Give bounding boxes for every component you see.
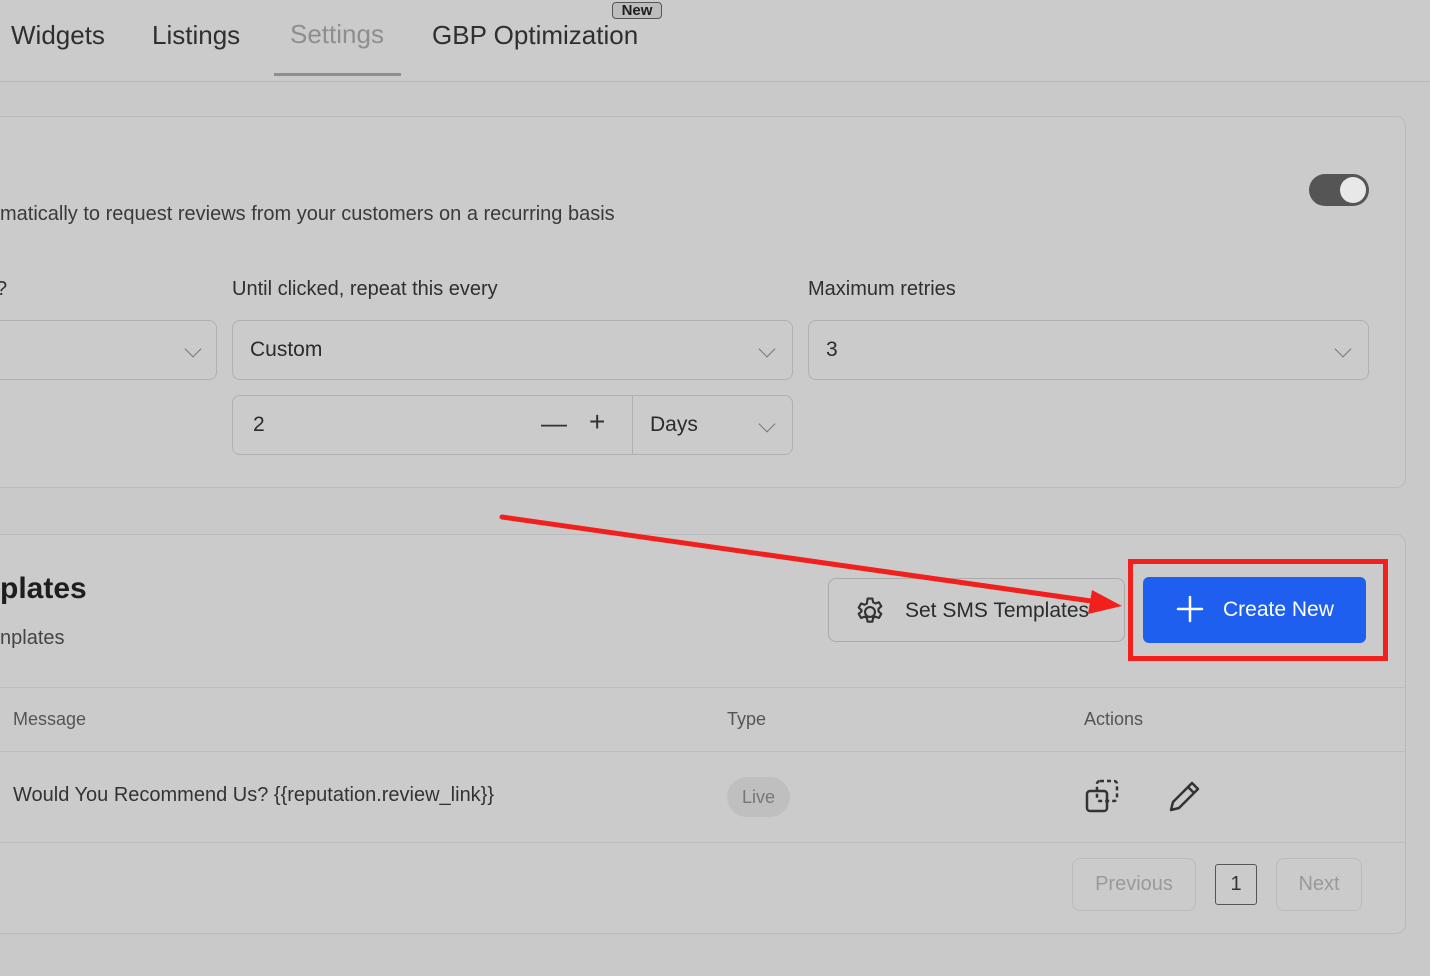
duplicate-icon[interactable] (1083, 776, 1123, 816)
edit-pencil-icon[interactable] (1165, 776, 1205, 816)
template-message: Would You Recommend Us? {{reputation.rev… (13, 784, 495, 806)
page-number-button[interactable]: 1 (1215, 864, 1257, 905)
chevron-down-icon (1334, 340, 1352, 358)
max-retries-value: 3 (826, 338, 838, 361)
highlight-box (1128, 559, 1388, 661)
top-navigation: Widgets Listings Settings GBP Optimizati… (0, 0, 1430, 82)
chevron-down-icon (758, 415, 776, 433)
active-tab-indicator (274, 73, 401, 76)
tab-settings[interactable]: Settings (290, 19, 384, 50)
first-select[interactable] (0, 320, 217, 380)
column-header-actions: Actions (1084, 709, 1144, 729)
templates-subtitle: nplates (0, 627, 65, 649)
divider (632, 396, 633, 454)
new-badge: New (612, 2, 662, 19)
templates-title: plates (0, 572, 87, 605)
max-retries-select[interactable]: 3 (808, 320, 1369, 380)
gear-icon (857, 597, 883, 623)
divider (0, 751, 1405, 752)
divider (0, 687, 1405, 688)
repeat-select-value: Custom (250, 338, 323, 361)
tab-widgets[interactable]: Widgets (11, 20, 105, 51)
automation-description: matically to request reviews from your c… (0, 203, 615, 225)
chevron-down-icon (184, 340, 202, 358)
decrement-button[interactable]: — (541, 408, 567, 439)
previous-page-button[interactable]: Previous (1072, 858, 1196, 911)
divider (0, 842, 1405, 843)
interval-stepper: 2 — + Days (232, 395, 793, 455)
automation-toggle[interactable] (1309, 174, 1369, 206)
chevron-down-icon (758, 340, 776, 358)
repeat-select[interactable]: Custom (232, 320, 793, 380)
column-header-type: Type (727, 709, 767, 729)
set-sms-templates-label: Set SMS Templates (905, 599, 1090, 622)
column-header-message: Message (13, 709, 87, 729)
next-page-button[interactable]: Next (1276, 858, 1362, 911)
repeat-label: Until clicked, repeat this every (232, 278, 498, 300)
set-sms-templates-button[interactable]: Set SMS Templates (828, 578, 1125, 642)
first-field-label: ? (0, 278, 7, 301)
interval-unit-select[interactable]: Days (650, 413, 698, 437)
toggle-knob (1340, 177, 1366, 203)
increment-button[interactable]: + (589, 406, 605, 438)
status-badge: Live (727, 777, 790, 817)
tab-gbp-optimization[interactable]: GBP Optimization (432, 20, 638, 51)
max-retries-label: Maximum retries (808, 278, 956, 300)
interval-value[interactable]: 2 (253, 413, 265, 437)
tab-listings[interactable]: Listings (152, 20, 240, 51)
